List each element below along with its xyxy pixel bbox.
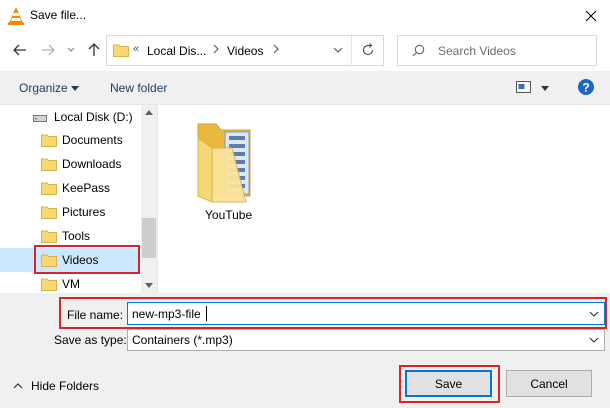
save-button[interactable]: Save <box>405 370 492 397</box>
scroll-thumb[interactable] <box>142 218 156 258</box>
address-bar[interactable]: « Local Dis... Videos <box>106 35 384 66</box>
svg-text:?: ? <box>582 81 589 95</box>
folder-icon <box>41 229 57 243</box>
folder-icon <box>41 253 57 267</box>
text-caret <box>206 306 207 321</box>
breadcrumb-separator-icon[interactable] <box>273 44 279 54</box>
arrow-left-icon <box>13 44 26 56</box>
refresh-button[interactable] <box>361 43 375 57</box>
file-item-label: YouTube <box>205 208 253 222</box>
folder-icon <box>41 205 57 219</box>
tree-label: Documents <box>62 133 123 147</box>
refresh-icon <box>362 43 374 56</box>
search-box[interactable]: Search Videos <box>397 35 597 66</box>
tree-item-downloads[interactable]: Downloads <box>0 152 140 176</box>
scroll-up-icon[interactable] <box>145 110 153 115</box>
tree-label: Downloads <box>62 157 122 171</box>
chevron-down-icon <box>333 47 343 53</box>
chevron-down-icon <box>67 47 75 52</box>
drive-icon <box>33 113 47 122</box>
tree-item-videos[interactable]: Videos <box>0 248 140 272</box>
save-type-dropdown-icon <box>589 337 599 343</box>
arrow-right-icon <box>42 44 55 56</box>
folder-icon <box>41 157 57 171</box>
scroll-down-icon[interactable] <box>145 283 153 288</box>
video-folder-icon <box>197 123 251 203</box>
help-icon: ? <box>578 79 594 95</box>
tree-item-local-disk[interactable]: Local Disk (D:) <box>0 105 140 129</box>
hide-folders-label: Hide Folders <box>31 379 100 393</box>
recent-locations-button[interactable] <box>64 42 78 58</box>
save-type-select[interactable]: Containers (*.mp3) <box>127 329 605 351</box>
address-divider <box>351 36 352 65</box>
save-label: Save <box>434 376 463 391</box>
folder-icon <box>41 181 57 195</box>
tree-label: KeePass <box>62 181 111 195</box>
vlc-icon <box>8 7 24 25</box>
tree-item-keepass[interactable]: KeePass <box>0 176 140 200</box>
cancel-button[interactable]: Cancel <box>506 370 592 397</box>
tree-label: Local Disk (D:) <box>54 110 133 124</box>
chevron-up-icon <box>13 383 23 389</box>
folder-icon <box>113 43 129 57</box>
file-name-input[interactable]: new-mp3-file <box>127 302 605 325</box>
file-name-label: File name: <box>67 308 124 322</box>
file-item-youtube[interactable] <box>194 118 254 204</box>
search-placeholder: Search Videos <box>438 44 516 58</box>
organize-label: Organize <box>19 81 68 95</box>
up-button[interactable] <box>84 40 104 60</box>
save-type-value: Containers (*.mp3) <box>132 333 233 347</box>
tree-item-pictures[interactable]: Pictures <box>0 200 140 224</box>
chevron-down-icon <box>71 86 79 91</box>
file-name-value: new-mp3-file <box>132 307 201 321</box>
search-icon <box>412 44 425 57</box>
cancel-label: Cancel <box>530 376 568 391</box>
chevron-down-icon <box>589 311 599 317</box>
new-folder-button[interactable]: New folder <box>110 81 167 95</box>
tree-label: Tools <box>62 229 91 243</box>
view-icon <box>516 81 531 93</box>
tree-label: VM <box>62 277 80 291</box>
command-toolbar: Organize New folder ? <box>0 71 610 105</box>
navigation-pane: Local Disk (D:) Documents Downloads KeeP… <box>0 105 157 293</box>
tree-item-documents[interactable]: Documents <box>0 128 140 152</box>
organize-menu-button[interactable]: Organize <box>19 81 68 95</box>
folder-icon <box>41 277 57 291</box>
tree-label: Videos <box>62 253 99 267</box>
breadcrumb-local-disk[interactable]: Local Dis... <box>147 44 206 58</box>
breadcrumb-overflow-icon[interactable]: « <box>133 43 139 55</box>
view-dropdown-icon[interactable] <box>541 86 549 91</box>
tree-label: Pictures <box>62 205 106 219</box>
save-type-label: Save as type: <box>54 333 127 347</box>
window-title: Save file... <box>30 8 87 22</box>
breadcrumb-videos[interactable]: Videos <box>227 44 263 58</box>
view-options-button[interactable] <box>516 81 532 94</box>
close-button[interactable] <box>572 0 610 32</box>
tree-item-vm[interactable]: VM <box>0 272 140 293</box>
help-button[interactable]: ? <box>578 79 594 95</box>
tree-item-tools[interactable]: Tools <box>0 224 140 248</box>
file-name-dropdown-button[interactable] <box>589 311 599 317</box>
folder-icon <box>41 133 57 147</box>
arrow-up-icon <box>88 43 100 56</box>
breadcrumb-separator-icon[interactable] <box>213 44 219 54</box>
close-icon <box>585 10 597 22</box>
back-button[interactable] <box>10 40 30 60</box>
forward-button[interactable] <box>38 40 58 60</box>
address-dropdown-button[interactable] <box>333 47 343 53</box>
title-bar: Save file... <box>0 0 610 32</box>
nav-pane-scrollbar[interactable] <box>141 105 157 293</box>
